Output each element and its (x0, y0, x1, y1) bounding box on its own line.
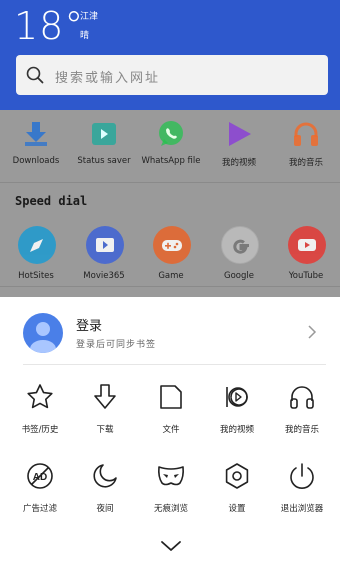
speed-dial-label: YouTube (288, 271, 324, 281)
menu-label: 设置 (228, 504, 246, 514)
download-icon (25, 122, 47, 146)
temperature: 18° (14, 4, 85, 48)
movie-icon (86, 226, 124, 264)
app-label: Downloads (12, 156, 60, 166)
login-subtitle: 登录后可同步书签 (76, 340, 157, 350)
menu-label: 文件 (162, 425, 180, 435)
menu-incognito[interactable]: 无痕浏览 (137, 462, 205, 522)
mask-icon (158, 466, 184, 486)
chevron-right-icon[interactable] (307, 325, 317, 339)
chevron-down-icon[interactable] (160, 540, 182, 552)
weather-city: 江津 (80, 12, 99, 22)
menu-label: 无痕浏览 (153, 504, 188, 514)
weather-condition: 晴 (80, 31, 90, 41)
google-icon (221, 226, 259, 264)
menu-label: 书签/历史 (21, 425, 59, 435)
whatsapp-icon (159, 121, 183, 146)
app-label: WhatsApp file (141, 156, 201, 166)
search-placeholder: 搜索或输入网址 (55, 71, 161, 86)
divider (0, 286, 340, 287)
menu-downloads[interactable]: 下载 (71, 383, 139, 443)
speed-dial-label: Movie365 (83, 271, 125, 281)
settings-icon (225, 463, 249, 489)
moon-icon (93, 464, 117, 488)
menu-label: 广告过滤 (22, 504, 57, 514)
weather-header: 18° 江津 晴 搜索或输入网址 (0, 0, 340, 110)
menu-label: 夜间 (96, 504, 114, 514)
menu-label: 我的音乐 (284, 425, 319, 435)
compass-icon (18, 226, 56, 264)
dimmed-home-content[interactable]: Downloads Status saver WhatsApp file 我的视… (0, 110, 340, 297)
app-label: 我的视频 (221, 158, 256, 168)
menu-my-video[interactable]: 我的视频 (203, 383, 271, 443)
download-arrow-icon (94, 384, 116, 409)
ad-block-icon: AD (27, 463, 53, 489)
speed-dial-label: HotSites (18, 271, 54, 281)
menu-my-music[interactable]: 我的音乐 (268, 383, 336, 443)
search-icon (26, 66, 44, 84)
video-play-icon (229, 122, 251, 146)
menu-ad-filter[interactable]: AD 广告过滤 (6, 462, 74, 522)
status-saver-icon (92, 123, 116, 145)
bottom-menu-sheet: 登录 登录后可同步书签 书签/历史 下载 文件 我的视频 我的音乐 AD 广告过… (0, 297, 340, 566)
menu-label: 下载 (96, 425, 114, 435)
speed-dial-label: Google (224, 271, 254, 281)
file-icon (160, 385, 182, 409)
speed-dial-label: Game (158, 271, 184, 281)
star-icon (27, 384, 53, 409)
headphones-icon (294, 122, 318, 146)
menu-label: 我的视频 (219, 425, 254, 435)
power-icon (290, 463, 314, 489)
svg-text:AD: AD (33, 472, 47, 483)
youtube-icon (288, 226, 326, 264)
menu-files[interactable]: 文件 (137, 383, 205, 443)
login-title[interactable]: 登录 (76, 315, 102, 334)
menu-settings[interactable]: 设置 (203, 462, 271, 522)
search-bar[interactable]: 搜索或输入网址 (16, 55, 328, 95)
menu-exit-browser[interactable]: 退出浏览器 (268, 462, 336, 522)
video-icon (226, 387, 248, 407)
app-label: Status saver (77, 156, 131, 166)
divider (0, 182, 340, 183)
quick-apps-row: Downloads Status saver WhatsApp file 我的视… (0, 110, 340, 175)
divider (23, 364, 326, 365)
avatar[interactable] (23, 313, 63, 353)
headphones-icon (290, 386, 314, 409)
menu-label: 退出浏览器 (280, 504, 324, 514)
app-label: 我的音乐 (288, 158, 323, 168)
speed-dial-title: Speed dial (15, 194, 88, 208)
user-icon (30, 322, 56, 353)
menu-night-mode[interactable]: 夜间 (71, 462, 139, 522)
menu-bookmarks-history[interactable]: 书签/历史 (6, 383, 74, 443)
gamepad-icon (153, 226, 191, 264)
